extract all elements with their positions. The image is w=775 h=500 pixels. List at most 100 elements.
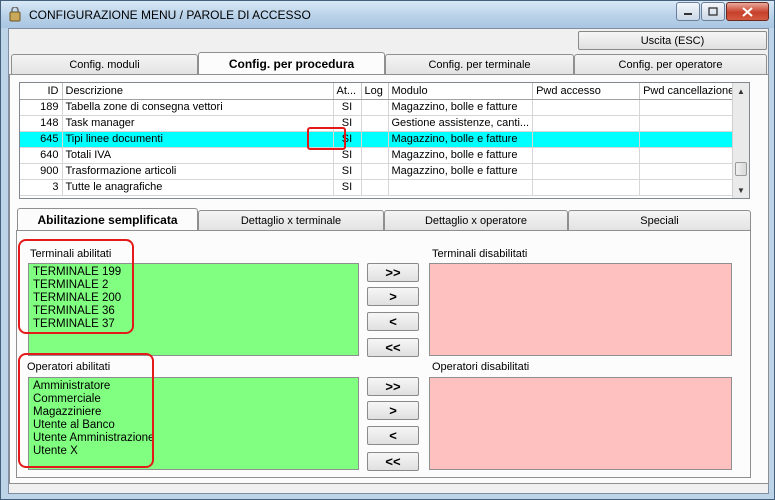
minimize-button[interactable] xyxy=(676,2,700,21)
main-window: CONFIGURAZIONE MENU / PAROLE DI ACCESSO … xyxy=(0,0,775,500)
cell-pwd-cancellazione[interactable] xyxy=(639,99,744,116)
cell-pwd-accesso[interactable] xyxy=(532,163,641,180)
terminals-disabled-label: Terminali disabilitati xyxy=(432,248,528,260)
operators-enabled-list[interactable]: Amministratore Commerciale Magazziniere … xyxy=(28,377,359,470)
terminals-enabled-list[interactable]: TERMINALE 199 TERMINALE 2 TERMINALE 200 … xyxy=(28,263,359,356)
cell-id: 640 xyxy=(20,147,63,164)
cell-pwd-cancellazione[interactable] xyxy=(639,147,744,164)
list-item[interactable]: TERMINALE 2 xyxy=(33,279,358,292)
cell-log[interactable] xyxy=(361,179,389,196)
cell-pwd-accesso[interactable] xyxy=(532,115,641,132)
cell-id: 645 xyxy=(20,131,63,148)
cell-log[interactable] xyxy=(361,99,389,116)
cell-attivo[interactable]: SI xyxy=(333,179,362,196)
cell-modulo: Gestione assistenze, canti... xyxy=(388,115,534,132)
cell-pwd-accesso[interactable] xyxy=(532,99,641,116)
cell-pwd-accesso[interactable] xyxy=(532,179,641,196)
operators-move-left-button[interactable]: < xyxy=(367,426,419,445)
scroll-up-icon[interactable]: ▲ xyxy=(733,83,749,99)
exit-button[interactable]: Uscita (ESC) xyxy=(578,31,767,50)
tab-config-procedura[interactable]: Config. per procedura xyxy=(198,52,385,75)
cell-attivo[interactable]: SI xyxy=(333,99,362,116)
cell-log[interactable] xyxy=(361,131,389,148)
operators-disabled-list[interactable] xyxy=(429,377,732,470)
table-row[interactable]: 900 Trasformazione articoli SI Magazzino… xyxy=(20,163,744,180)
cell-log[interactable] xyxy=(361,115,389,132)
cell-attivo[interactable]: SI xyxy=(333,131,362,148)
list-item[interactable]: Utente X xyxy=(33,445,358,458)
cell-id: 900 xyxy=(20,163,63,180)
tab-config-terminale[interactable]: Config. per terminale xyxy=(385,54,574,74)
table-row[interactable]: 189 Tabella zone di consegna vettori SI … xyxy=(20,99,744,116)
list-item[interactable]: Utente al Banco xyxy=(33,419,358,432)
terminals-move-all-right-button[interactable]: >> xyxy=(367,263,419,282)
cell-pwd-cancellazione[interactable] xyxy=(639,179,744,196)
minimize-icon xyxy=(684,12,692,15)
cell-pwd-accesso[interactable] xyxy=(532,131,641,148)
cell-pwd-cancellazione[interactable] xyxy=(639,115,744,132)
terminals-enabled-label: Terminali abilitati xyxy=(30,248,112,260)
col-header-attivo[interactable]: At... xyxy=(333,83,362,100)
tab-abilitazione-semplificata[interactable]: Abilitazione semplificata xyxy=(17,208,198,231)
list-item[interactable]: Amministratore xyxy=(33,380,358,393)
table-row[interactable]: 3 Tutte le anagrafiche SI xyxy=(20,179,744,196)
tab-dettaglio-terminale[interactable]: Dettaglio x terminale xyxy=(198,210,384,230)
col-header-descrizione[interactable]: Descrizione xyxy=(62,83,334,100)
list-item[interactable]: TERMINALE 199 xyxy=(33,266,358,279)
cell-attivo[interactable]: SI xyxy=(333,115,362,132)
cell-attivo[interactable]: SI xyxy=(333,163,362,180)
operators-move-right-button[interactable]: > xyxy=(367,401,419,420)
cell-id: 3 xyxy=(20,179,63,196)
close-button[interactable] xyxy=(726,2,769,21)
col-header-id[interactable]: ID xyxy=(20,83,63,100)
terminals-move-left-button[interactable]: < xyxy=(367,312,419,331)
cell-descrizione: Tipi linee documenti xyxy=(62,131,334,148)
operators-move-all-right-button[interactable]: >> xyxy=(367,377,419,396)
col-header-pwd-accesso[interactable]: Pwd accesso xyxy=(532,83,641,100)
table-row[interactable]: 148 Task manager SI Gestione assistenze,… xyxy=(20,115,744,132)
terminals-move-right-button[interactable]: > xyxy=(367,287,419,306)
cell-modulo xyxy=(388,179,534,196)
cell-id: 189 xyxy=(20,99,63,116)
cell-modulo: Magazzino, bolle e fatture xyxy=(388,99,534,116)
operators-disabled-label: Operatori disabilitati xyxy=(432,361,530,373)
tab-speciali[interactable]: Speciali xyxy=(568,210,751,230)
cell-descrizione: Tabella zone di consegna vettori xyxy=(62,99,334,116)
list-item[interactable]: TERMINALE 200 xyxy=(33,292,358,305)
col-header-modulo[interactable]: Modulo xyxy=(388,83,534,100)
cell-descrizione: Task manager xyxy=(62,115,334,132)
table-row[interactable]: 640 Totali IVA SI Magazzino, bolle e fat… xyxy=(20,147,744,164)
tab-config-operatore[interactable]: Config. per operatore xyxy=(574,54,767,74)
terminals-disabled-list[interactable] xyxy=(429,263,732,356)
cell-modulo: Magazzino, bolle e fatture xyxy=(388,163,534,180)
operators-enabled-label: Operatori abilitati xyxy=(27,361,111,373)
tab-config-moduli[interactable]: Config. moduli xyxy=(11,54,198,74)
table-row-selected[interactable]: 645 Tipi linee documenti SI Magazzino, b… xyxy=(20,131,744,148)
cell-log[interactable] xyxy=(361,147,389,164)
operators-move-all-left-button[interactable]: << xyxy=(367,452,419,471)
col-header-pwd-cancellazione[interactable]: Pwd cancellazione xyxy=(639,83,744,100)
maximize-button[interactable] xyxy=(701,2,725,21)
procedures-grid[interactable]: ID Descrizione At... Log Modulo Pwd acce… xyxy=(19,82,750,199)
list-item[interactable]: TERMINALE 37 xyxy=(33,318,358,331)
list-item[interactable]: Commerciale xyxy=(33,393,358,406)
cell-pwd-cancellazione[interactable] xyxy=(639,131,744,148)
cell-attivo[interactable]: SI xyxy=(333,147,362,164)
scroll-thumb[interactable] xyxy=(735,162,747,176)
tab-dettaglio-operatore[interactable]: Dettaglio x operatore xyxy=(384,210,568,230)
cell-descrizione: Tutte le anagrafiche xyxy=(62,179,334,196)
title-bar[interactable]: CONFIGURAZIONE MENU / PAROLE DI ACCESSO xyxy=(1,1,774,28)
list-item[interactable]: Magazziniere xyxy=(33,406,358,419)
cell-log[interactable] xyxy=(361,163,389,180)
terminals-move-all-left-button[interactable]: << xyxy=(367,338,419,357)
col-header-log[interactable]: Log xyxy=(361,83,389,100)
list-item[interactable]: TERMINALE 36 xyxy=(33,305,358,318)
list-item[interactable]: Utente Amministrazione xyxy=(33,432,358,445)
cell-descrizione: Trasformazione articoli xyxy=(62,163,334,180)
cell-id: 148 xyxy=(20,115,63,132)
grid-scrollbar[interactable]: ▲ ▼ xyxy=(732,83,749,198)
cell-pwd-cancellazione[interactable] xyxy=(639,163,744,180)
cell-pwd-accesso[interactable] xyxy=(532,147,641,164)
grid-header: ID Descrizione At... Log Modulo Pwd acce… xyxy=(20,83,744,100)
scroll-down-icon[interactable]: ▼ xyxy=(733,182,749,198)
